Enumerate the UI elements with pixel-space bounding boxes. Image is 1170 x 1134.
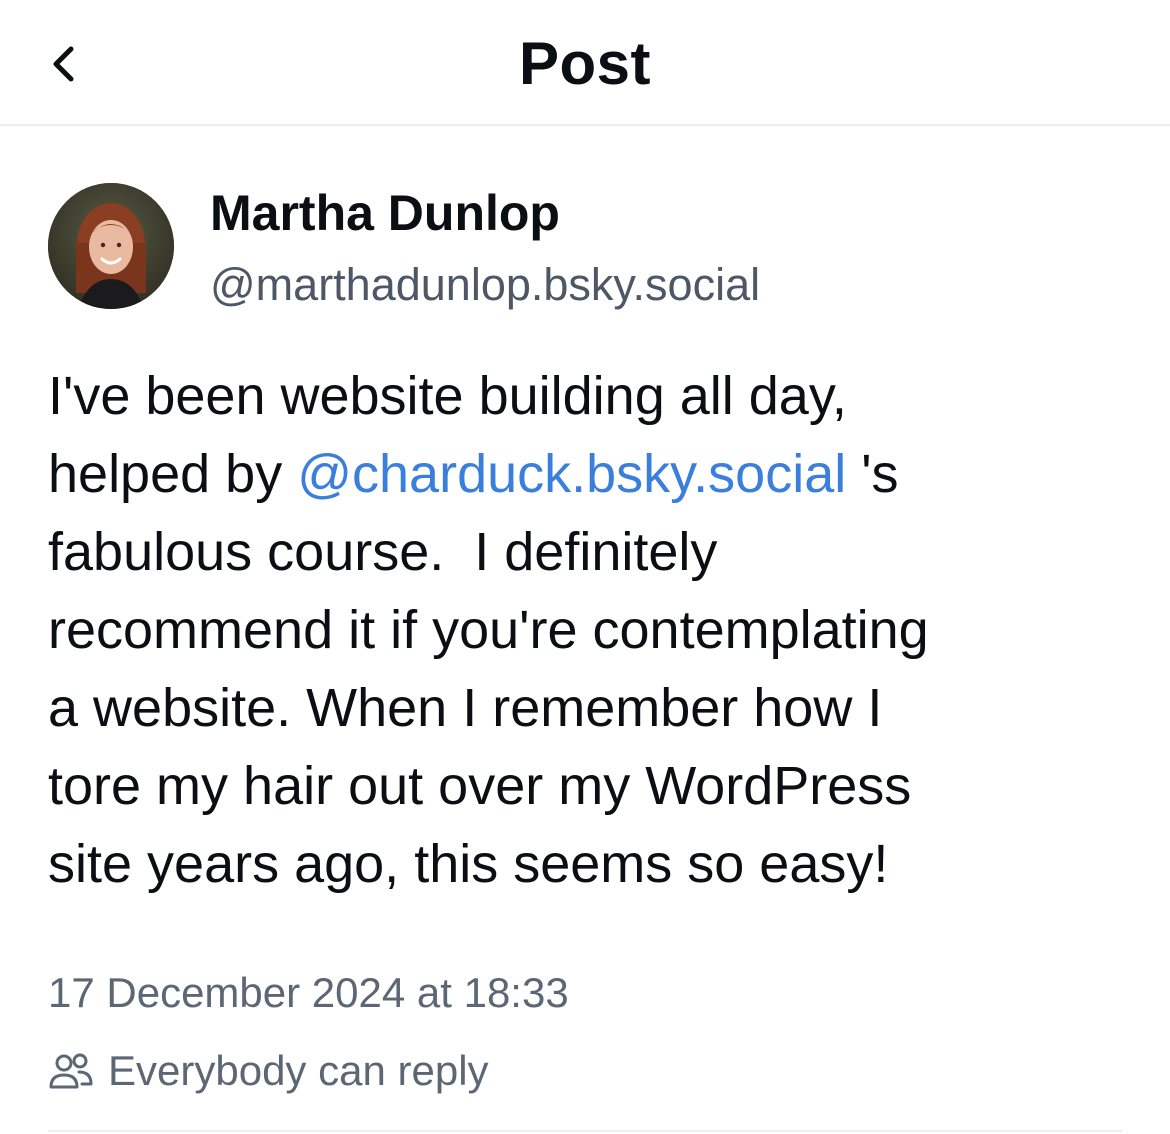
post-text-line: recommend it if you're contemplating: [48, 600, 929, 660]
mention-link[interactable]: @charduck.bsky.social: [297, 444, 846, 504]
author-name[interactable]: Martha Dunlop: [210, 180, 560, 246]
people-icon: [49, 1053, 93, 1089]
avatar[interactable]: [48, 183, 174, 309]
post-text-line: I've been website building all day,: [48, 366, 847, 426]
divider: [48, 1130, 1122, 1132]
header-bar: Post: [0, 0, 1170, 126]
post-text-line: a website. When I remember how I: [48, 678, 883, 738]
post-text-line: fabulous course. I definitely: [48, 522, 718, 582]
author-handle[interactable]: @marthadunlop.bsky.social: [210, 254, 760, 316]
post-text-line: tore my hair out over my WordPress: [48, 756, 912, 816]
reply-setting: Everybody can reply: [48, 1042, 489, 1100]
avatar-image: [48, 183, 174, 309]
post-text-fragment: 's: [846, 444, 899, 504]
post-text-line: site years ago, this seems so easy!: [48, 834, 889, 894]
page-title: Post: [518, 30, 652, 97]
post-timestamp: 17 December 2024 at 18:33: [48, 969, 569, 1016]
reply-setting-label: Everybody can reply: [108, 1047, 489, 1094]
post-text-fragment: helped by: [48, 444, 298, 504]
post-text: I've been website building all day, help…: [48, 357, 1128, 903]
post-screen: Post Martha Dunlop @marthadunlop.bsky.so…: [0, 0, 1170, 1134]
post-text-line: helped by @charduck.bsky.social 's: [48, 435, 1128, 513]
